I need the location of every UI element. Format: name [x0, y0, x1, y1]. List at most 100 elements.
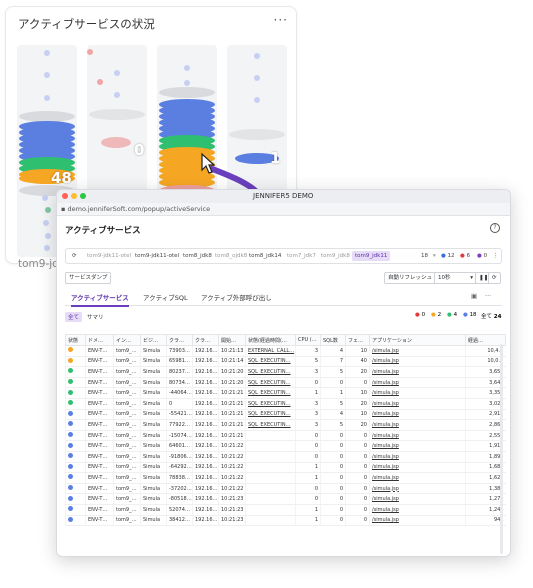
table-row[interactable]: ENV-T… tom9_… Simula 64601… 192.16… 10:21:22 0… [65, 440, 506, 452]
refresh-interval-select[interactable]: 10秒 ▾ [434, 272, 477, 284]
table-cell[interactable]: /simula.jsp [369, 515, 466, 527]
table-cell[interactable]: SQL_EXECUTIN… [245, 409, 296, 421]
table-cell[interactable]: /simula.jsp [369, 398, 466, 410]
more-icon[interactable]: ··· [274, 13, 288, 27]
table-cell: tom9_… [113, 504, 141, 516]
table-row[interactable]: ENV-T… tom9_… Simula -44064… 192.16… 10:21:21… [65, 387, 506, 399]
table-cell[interactable]: /simula.jsp [369, 493, 466, 505]
table-cell[interactable]: /simula.jsp [369, 419, 466, 431]
table-cell[interactable]: SQL_EXECUTIN… [245, 387, 296, 399]
legend-red: ● 0 [415, 312, 426, 318]
table-cell[interactable]: /simula.jsp [369, 462, 466, 474]
table-cell[interactable]: /simula.jsp [369, 483, 466, 495]
close-window-icon[interactable] [62, 193, 68, 199]
more-icon[interactable]: ··· [485, 292, 491, 300]
subtab-summary[interactable]: サマリ [87, 312, 104, 322]
column-header[interactable]: CPU (… [295, 334, 321, 346]
table-row[interactable]: ENV-T… tom9_… Simula 0 192.16… 10:21:21 SQL_EX… [65, 398, 506, 410]
table-scrollbar[interactable] [500, 344, 503, 554]
column-header[interactable]: SQL数 [320, 334, 346, 346]
table-cell[interactable]: /simula.jsp [369, 430, 466, 442]
column-header[interactable]: クラ… [166, 334, 193, 346]
table-cell[interactable]: /simula.jsp [369, 451, 466, 463]
column-header[interactable]: 状態(経過時間(… [245, 334, 296, 346]
instance-chip[interactable]: tom9-jdk11-otel [84, 251, 134, 261]
table-cell[interactable]: /simula.jsp [369, 440, 466, 452]
table-cell[interactable]: /simula.jsp [369, 377, 466, 389]
table-cell[interactable]: SQL_EXECUTIN… [245, 356, 296, 368]
table-row[interactable]: ENV-T… tom9_… Simula -80518… 192.16… 10:21:23… [65, 493, 506, 505]
table-row[interactable]: ENV-T… tom9_… Simula -91806… 192.16… 10:21:22… [65, 451, 506, 463]
instance-chip[interactable]: tom8_jdk8 [180, 251, 215, 261]
table-cell: 10:21:21 [218, 387, 246, 399]
table-cell[interactable]: /simula.jsp [369, 472, 466, 484]
table-cell[interactable]: /simula.jsp [369, 366, 466, 378]
status-cell [65, 398, 86, 410]
tab-active-external-call[interactable]: アクティブ外部呼び出し [201, 292, 272, 302]
status-dot-icon [68, 432, 73, 438]
table-cell[interactable]: /simula.jsp [369, 409, 466, 421]
instance-chip[interactable]: tom7_jdk7 [284, 251, 319, 261]
subtab-all[interactable]: 全て [65, 312, 83, 322]
column-header[interactable]: フェ… [345, 334, 370, 346]
more-vertical-icon[interactable]: ⋮ [490, 251, 502, 261]
tab-active-service[interactable]: アクティブサービス [71, 292, 129, 307]
table-cell[interactable]: /simula.jsp [369, 387, 466, 399]
column-header[interactable]: 開始… [218, 334, 246, 346]
refresh-icon[interactable]: ⟳ [69, 251, 80, 261]
table-cell[interactable]: /simula.jsp [369, 356, 466, 368]
address-bar[interactable]: ▪ demo.jenniferSoft.com/popup/activeServ… [57, 203, 510, 216]
table-row[interactable]: ENV-T… tom9_… Simula -64292… 192.16… 10:21:22… [65, 462, 506, 474]
instance-chip[interactable]: tom8_jdk14 [246, 251, 284, 261]
table-row[interactable]: ENV-T… tom9_… Simula -15074… 192.16… 10:21:21… [65, 430, 506, 442]
table-row[interactable]: ENV-T… tom9_… Simula 73903… 192.16… 10:21:13 E… [65, 345, 506, 357]
table-cell: tom9_… [113, 451, 141, 463]
instance-chip-selected[interactable]: tom9_jdk11 [352, 251, 391, 261]
refresh-icon[interactable]: ⟳ [488, 272, 501, 284]
table-cell: 0 [320, 451, 346, 463]
table-row[interactable]: ENV-T… tom9_… Simula 65981… 192.16… 10:21:14 S… [65, 356, 506, 368]
table-cell[interactable]: /simula.jsp [369, 504, 466, 516]
column-header[interactable]: ドメ… [85, 334, 114, 346]
table-cell: tom9_… [113, 515, 141, 527]
table-row[interactable]: ENV-T… tom9_… Simula -37202… 192.16… 10:21:22… [65, 483, 506, 495]
table-row[interactable]: ENV-T… tom9_… Simula 38412… 192.16… 10:21:23 1… [65, 515, 506, 527]
instance-chip[interactable]: tom9-jdk11-otel [132, 251, 182, 261]
table-cell[interactable]: SQL_EXECUTIN… [245, 419, 296, 431]
camera-icon[interactable]: ▣ [471, 292, 477, 300]
table-cell[interactable]: SQL_EXECUTIN… [245, 398, 296, 410]
column-header[interactable]: ビジ… [140, 334, 167, 346]
column-header[interactable]: 状態 [65, 334, 86, 346]
table-row[interactable]: ENV-T… tom9_… Simula -55421… 192.16… 10:21:21… [65, 409, 506, 421]
table-row[interactable]: ENV-T… tom9_… Simula 78838… 192.16… 10:21:22 1… [65, 472, 506, 484]
table-cell: 5 [320, 366, 346, 378]
table-cell: Simula [140, 398, 167, 410]
table-cell: Simula [140, 419, 167, 431]
table-row[interactable]: ENV-T… tom9_… Simula 80237… 192.16… 10:21:20 S… [65, 366, 506, 378]
column-header[interactable]: アプリケーション [369, 334, 466, 346]
help-icon[interactable]: ? [490, 223, 500, 233]
auto-refresh-button[interactable]: 自動リフレッシュ [384, 272, 437, 284]
tab-active-sql[interactable]: アクティブSQL [143, 292, 188, 302]
service-dump-button[interactable]: サービスダンプ [65, 272, 112, 284]
minimize-window-icon[interactable] [71, 193, 77, 199]
table-cell[interactable]: EXTERNAL_CALL… [245, 345, 296, 357]
table-cell[interactable]: /simula.jsp [369, 345, 466, 357]
table-cell[interactable]: SQL_EXECUTIN… [245, 377, 296, 389]
status-cell [65, 515, 86, 527]
column-header[interactable]: クラ… [192, 334, 219, 346]
table-cell: 192.16… [192, 409, 219, 421]
column-header[interactable]: イン… [113, 334, 141, 346]
instance-chip[interactable]: tom9_jdk8 [318, 251, 353, 261]
table-row[interactable]: ENV-T… tom9_… Simula 80734… 192.16… 10:21:20 S… [65, 377, 506, 389]
status-dot-icon [68, 379, 73, 385]
table-row[interactable]: ENV-T… tom9_… Simula 77922… 192.16… 10:21:21 S… [65, 419, 506, 431]
table-row[interactable]: ENV-T… tom9_… Simula 52074… 192.16… 10:21:23 1… [65, 504, 506, 516]
maximize-window-icon[interactable] [80, 193, 86, 199]
table-cell: Simula [140, 493, 167, 505]
status-dot-icon [68, 442, 73, 448]
instance-chip[interactable]: tom8_ojdk8 [212, 251, 250, 261]
table-cell: ENV-T… [85, 345, 114, 357]
table-cell[interactable]: SQL_EXECUTIN… [245, 366, 296, 378]
table-cell: tom9_… [113, 387, 141, 399]
